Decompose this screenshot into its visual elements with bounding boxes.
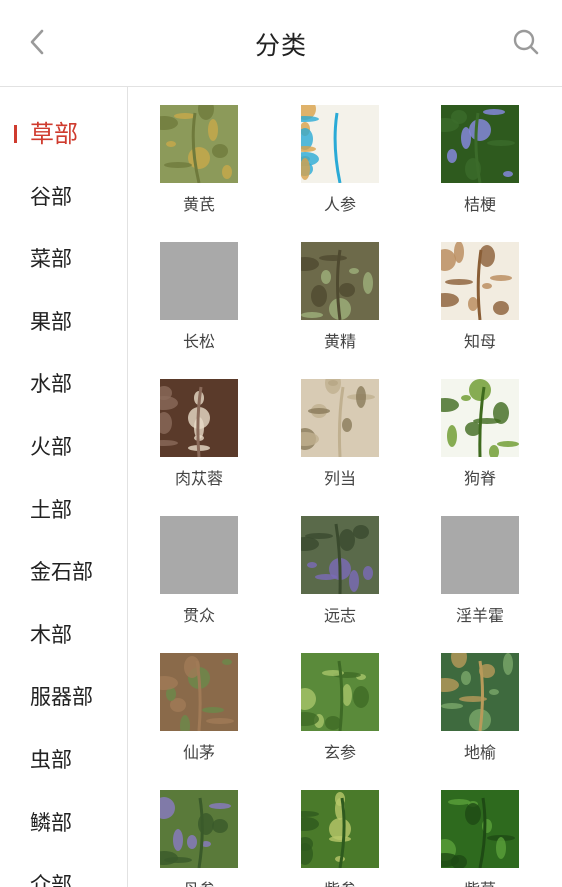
herb-image[interactable] [301, 105, 379, 183]
herb-image-placeholder[interactable] [160, 516, 238, 594]
sidebar-item-5[interactable]: 火部 [0, 416, 127, 479]
herb-image[interactable] [441, 653, 519, 731]
sidebar-item-11[interactable]: 鳞部 [0, 792, 127, 855]
herb-name: 紫草 [415, 880, 545, 887]
herb-image[interactable] [301, 790, 379, 868]
herb-item[interactable]: 紫参 [275, 790, 405, 887]
sidebar-item-1[interactable]: 谷部 [0, 166, 127, 229]
herb-item[interactable]: 丹参 [134, 790, 264, 887]
herb-image[interactable] [160, 105, 238, 183]
herb-grid: 黄芪 人参 桔梗长松 黄精 知母肉苁蓉 列当 狗脊贯众 远志 淫羊霍仙茅 玄参 地榆丹参 紫参 紫草 [128, 87, 562, 887]
herb-image[interactable] [441, 242, 519, 320]
herb-name: 黄精 [323, 332, 356, 351]
herb-name: 黄芪 [182, 195, 215, 214]
herb-name: 肉苁蓉 [174, 469, 223, 488]
herb-item[interactable]: 知母 [415, 242, 545, 352]
herb-item[interactable]: 淫羊霍 [415, 516, 545, 626]
herb-item[interactable]: 人参 [275, 105, 405, 215]
herb-image[interactable] [301, 653, 379, 731]
herb-image[interactable] [160, 379, 238, 457]
herb-item[interactable]: 狗脊 [415, 379, 545, 489]
herb-name: 远志 [323, 606, 356, 625]
search-button[interactable] [510, 26, 542, 58]
herb-image[interactable] [441, 790, 519, 868]
sidebar-item-12[interactable]: 介部 [0, 854, 127, 887]
herb-item[interactable]: 桔梗 [415, 105, 545, 215]
herb-item[interactable]: 黄芪 [134, 105, 264, 215]
herb-item[interactable]: 列当 [275, 379, 405, 489]
herb-item[interactable]: 紫草 [415, 790, 545, 887]
herb-name: 紫参 [275, 880, 405, 887]
herb-image[interactable] [160, 653, 238, 731]
herb-item[interactable]: 贯众 [134, 516, 264, 626]
herb-item[interactable]: 长松 [134, 242, 264, 352]
herb-name: 丹参 [134, 880, 264, 887]
herb-item[interactable]: 仙茅 [134, 653, 264, 763]
sidebar-item-6[interactable]: 土部 [0, 479, 127, 542]
herb-name: 贯众 [182, 606, 215, 625]
sidebar-item-10[interactable]: 虫部 [0, 729, 127, 792]
sidebar-item-4[interactable]: 水部 [0, 353, 127, 416]
herb-name: 狗脊 [463, 469, 496, 488]
herb-item[interactable]: 远志 [275, 516, 405, 626]
herb-name: 列当 [323, 469, 356, 488]
sidebar-item-2[interactable]: 菜部 [0, 228, 127, 291]
herb-name: 仙茅 [182, 743, 215, 762]
herb-item[interactable]: 黄精 [275, 242, 405, 352]
herb-name: 知母 [463, 332, 496, 351]
herb-name: 长松 [182, 332, 215, 351]
herb-name: 人参 [323, 195, 356, 214]
sidebar-item-3[interactable]: 果部 [0, 291, 127, 354]
herb-item[interactable]: 地榆 [415, 653, 545, 763]
herb-image[interactable] [160, 790, 238, 868]
search-icon [513, 29, 539, 55]
herb-image-placeholder[interactable] [160, 242, 238, 320]
sidebar-item-7[interactable]: 金石部 [0, 541, 127, 604]
herb-name: 地榆 [463, 743, 496, 762]
herb-item[interactable]: 玄参 [275, 653, 405, 763]
category-sidebar: 草部 谷部 菜部 果部 水部 火部 土部 金石部 木部 服器部 虫部 鳞部 介部 [0, 87, 128, 887]
sidebar-item-8[interactable]: 木部 [0, 604, 127, 667]
sidebar-item-9[interactable]: 服器部 [0, 666, 127, 729]
herb-image-placeholder[interactable] [441, 516, 519, 594]
herb-name: 玄参 [323, 743, 356, 762]
herb-image[interactable] [301, 516, 379, 594]
top-bar: 分类 [0, 0, 562, 87]
herb-image[interactable] [301, 242, 379, 320]
herb-name: 桔梗 [463, 195, 496, 214]
herb-image[interactable] [441, 105, 519, 183]
herb-item[interactable]: 肉苁蓉 [134, 379, 264, 489]
sidebar-item-0[interactable]: 草部 [0, 103, 127, 166]
herb-image[interactable] [301, 379, 379, 457]
page-title: 分类 [254, 31, 307, 60]
herb-name: 淫羊霍 [455, 606, 504, 625]
herb-image[interactable] [441, 379, 519, 457]
